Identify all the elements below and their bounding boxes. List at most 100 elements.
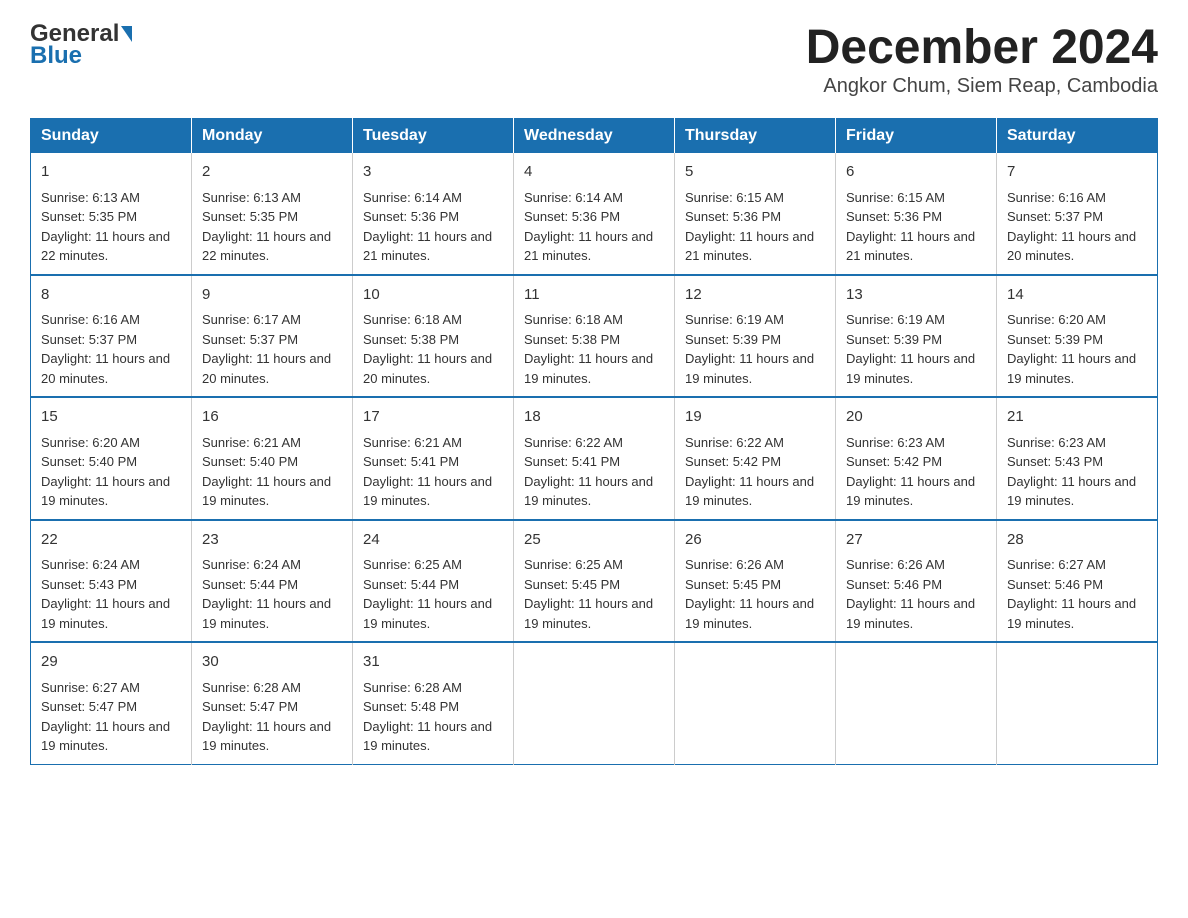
day-sunrise: Sunrise: 6:23 AM <box>846 435 945 450</box>
calendar-cell: 25 Sunrise: 6:25 AM Sunset: 5:45 PM Dayl… <box>514 520 675 643</box>
day-sunset: Sunset: 5:39 PM <box>685 332 781 347</box>
day-sunrise: Sunrise: 6:26 AM <box>685 557 784 572</box>
day-number: 12 <box>685 284 825 307</box>
day-sunset: Sunset: 5:37 PM <box>41 332 137 347</box>
day-daylight: Daylight: 11 hours and 19 minutes. <box>524 474 653 509</box>
calendar-cell <box>836 642 997 764</box>
day-sunset: Sunset: 5:41 PM <box>524 454 620 469</box>
calendar-week-row: 22 Sunrise: 6:24 AM Sunset: 5:43 PM Dayl… <box>31 520 1158 643</box>
title-block: December 2024 Angkor Chum, Siem Reap, Ca… <box>806 20 1158 98</box>
day-number: 23 <box>202 529 342 552</box>
day-daylight: Daylight: 11 hours and 20 minutes. <box>202 351 331 386</box>
day-daylight: Daylight: 11 hours and 22 minutes. <box>41 229 170 264</box>
day-sunset: Sunset: 5:38 PM <box>363 332 459 347</box>
day-sunrise: Sunrise: 6:22 AM <box>524 435 623 450</box>
calendar-cell: 29 Sunrise: 6:27 AM Sunset: 5:47 PM Dayl… <box>31 642 192 764</box>
calendar-cell: 1 Sunrise: 6:13 AM Sunset: 5:35 PM Dayli… <box>31 153 192 275</box>
day-sunrise: Sunrise: 6:14 AM <box>363 190 462 205</box>
page-subtitle: Angkor Chum, Siem Reap, Cambodia <box>806 75 1158 98</box>
day-daylight: Daylight: 11 hours and 19 minutes. <box>846 474 975 509</box>
day-sunset: Sunset: 5:35 PM <box>202 209 298 224</box>
day-daylight: Daylight: 11 hours and 19 minutes. <box>1007 474 1136 509</box>
calendar-header-tuesday: Tuesday <box>353 119 514 154</box>
day-sunrise: Sunrise: 6:25 AM <box>363 557 462 572</box>
day-daylight: Daylight: 11 hours and 19 minutes. <box>524 351 653 386</box>
day-daylight: Daylight: 11 hours and 19 minutes. <box>363 474 492 509</box>
logo-triangle-icon <box>121 26 132 42</box>
calendar-body: 1 Sunrise: 6:13 AM Sunset: 5:35 PM Dayli… <box>31 153 1158 764</box>
calendar-header-monday: Monday <box>192 119 353 154</box>
day-number: 13 <box>846 284 986 307</box>
day-sunset: Sunset: 5:43 PM <box>41 577 137 592</box>
day-number: 9 <box>202 284 342 307</box>
day-number: 5 <box>685 161 825 184</box>
day-number: 21 <box>1007 406 1147 429</box>
day-daylight: Daylight: 11 hours and 21 minutes. <box>363 229 492 264</box>
day-number: 27 <box>846 529 986 552</box>
day-number: 30 <box>202 651 342 674</box>
day-sunset: Sunset: 5:36 PM <box>685 209 781 224</box>
day-sunrise: Sunrise: 6:18 AM <box>363 312 462 327</box>
day-sunrise: Sunrise: 6:19 AM <box>846 312 945 327</box>
day-sunset: Sunset: 5:38 PM <box>524 332 620 347</box>
day-daylight: Daylight: 11 hours and 19 minutes. <box>363 596 492 631</box>
day-sunset: Sunset: 5:36 PM <box>363 209 459 224</box>
day-sunset: Sunset: 5:42 PM <box>685 454 781 469</box>
day-sunset: Sunset: 5:37 PM <box>202 332 298 347</box>
calendar-cell: 21 Sunrise: 6:23 AM Sunset: 5:43 PM Dayl… <box>997 397 1158 520</box>
day-sunrise: Sunrise: 6:16 AM <box>1007 190 1106 205</box>
calendar-cell: 27 Sunrise: 6:26 AM Sunset: 5:46 PM Dayl… <box>836 520 997 643</box>
day-sunrise: Sunrise: 6:20 AM <box>41 435 140 450</box>
day-sunrise: Sunrise: 6:27 AM <box>1007 557 1106 572</box>
calendar-cell: 16 Sunrise: 6:21 AM Sunset: 5:40 PM Dayl… <box>192 397 353 520</box>
day-sunset: Sunset: 5:44 PM <box>363 577 459 592</box>
day-number: 8 <box>41 284 181 307</box>
day-sunrise: Sunrise: 6:26 AM <box>846 557 945 572</box>
day-sunset: Sunset: 5:45 PM <box>524 577 620 592</box>
day-daylight: Daylight: 11 hours and 19 minutes. <box>846 351 975 386</box>
calendar-cell: 12 Sunrise: 6:19 AM Sunset: 5:39 PM Dayl… <box>675 275 836 398</box>
day-number: 22 <box>41 529 181 552</box>
day-daylight: Daylight: 11 hours and 19 minutes. <box>1007 351 1136 386</box>
day-number: 29 <box>41 651 181 674</box>
day-number: 24 <box>363 529 503 552</box>
day-number: 10 <box>363 284 503 307</box>
day-sunrise: Sunrise: 6:25 AM <box>524 557 623 572</box>
calendar-header-sunday: Sunday <box>31 119 192 154</box>
day-daylight: Daylight: 11 hours and 21 minutes. <box>524 229 653 264</box>
day-number: 17 <box>363 406 503 429</box>
page-title: December 2024 <box>806 20 1158 75</box>
calendar-cell: 15 Sunrise: 6:20 AM Sunset: 5:40 PM Dayl… <box>31 397 192 520</box>
calendar-week-row: 15 Sunrise: 6:20 AM Sunset: 5:40 PM Dayl… <box>31 397 1158 520</box>
day-daylight: Daylight: 11 hours and 19 minutes. <box>202 719 331 754</box>
day-daylight: Daylight: 11 hours and 19 minutes. <box>846 596 975 631</box>
day-sunrise: Sunrise: 6:15 AM <box>685 190 784 205</box>
day-daylight: Daylight: 11 hours and 20 minutes. <box>363 351 492 386</box>
calendar-cell: 4 Sunrise: 6:14 AM Sunset: 5:36 PM Dayli… <box>514 153 675 275</box>
calendar-cell: 2 Sunrise: 6:13 AM Sunset: 5:35 PM Dayli… <box>192 153 353 275</box>
calendar-week-row: 1 Sunrise: 6:13 AM Sunset: 5:35 PM Dayli… <box>31 153 1158 275</box>
calendar-cell <box>514 642 675 764</box>
calendar-cell: 17 Sunrise: 6:21 AM Sunset: 5:41 PM Dayl… <box>353 397 514 520</box>
day-daylight: Daylight: 11 hours and 20 minutes. <box>41 351 170 386</box>
calendar-header-thursday: Thursday <box>675 119 836 154</box>
day-sunrise: Sunrise: 6:15 AM <box>846 190 945 205</box>
calendar-cell <box>675 642 836 764</box>
day-number: 3 <box>363 161 503 184</box>
day-sunrise: Sunrise: 6:27 AM <box>41 680 140 695</box>
calendar-cell: 14 Sunrise: 6:20 AM Sunset: 5:39 PM Dayl… <box>997 275 1158 398</box>
calendar-cell <box>997 642 1158 764</box>
logo-blue: Blue <box>30 42 82 70</box>
day-number: 18 <box>524 406 664 429</box>
calendar-cell: 18 Sunrise: 6:22 AM Sunset: 5:41 PM Dayl… <box>514 397 675 520</box>
day-sunset: Sunset: 5:47 PM <box>202 699 298 714</box>
day-sunset: Sunset: 5:46 PM <box>1007 577 1103 592</box>
day-sunrise: Sunrise: 6:24 AM <box>41 557 140 572</box>
day-number: 15 <box>41 406 181 429</box>
day-number: 28 <box>1007 529 1147 552</box>
calendar-cell: 6 Sunrise: 6:15 AM Sunset: 5:36 PM Dayli… <box>836 153 997 275</box>
day-sunset: Sunset: 5:36 PM <box>846 209 942 224</box>
day-number: 1 <box>41 161 181 184</box>
day-daylight: Daylight: 11 hours and 22 minutes. <box>202 229 331 264</box>
logo: General Blue <box>30 20 132 70</box>
